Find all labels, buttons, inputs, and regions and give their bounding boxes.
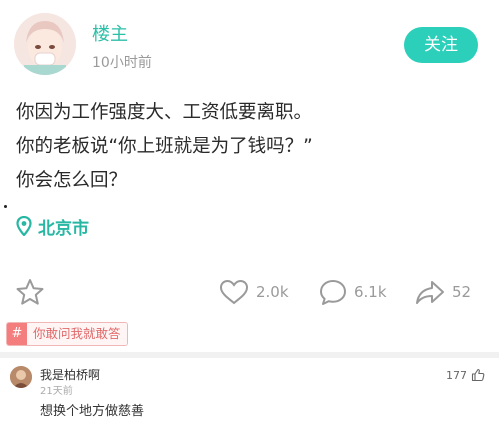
heart-icon [219,279,249,305]
topic-tag-label: 你敢问我就敢答 [27,323,127,345]
post-header: 楼主 10小时前 关注 [0,0,499,90]
follow-button[interactable]: 关注 [404,27,478,63]
location-pin-icon [16,216,32,236]
comment-like-count: 177 [446,368,467,382]
like-button[interactable]: 2.0k [218,270,289,314]
share-count: 52 [452,283,472,301]
post-text-line: 你因为工作强度大、工资低要离职。 [16,102,313,123]
hash-icon: # [7,323,27,345]
post-text-line: 你的老板说“你上班就是为了钱吗？” [16,136,313,157]
section-divider [0,352,499,358]
avatar-illustration [14,13,76,75]
topic-tag[interactable]: # 你敢问我就敢答 [6,322,128,346]
post-body: 你因为工作强度大、工资低要离职。 你的老板说“你上班就是为了钱吗？” 你会怎么回… [16,96,486,198]
comment-icon [320,280,346,305]
post-time: 10小时前 [92,55,152,71]
share-icon [416,281,444,304]
location-label: 北京市 [38,218,89,239]
author-name[interactable]: 楼主 [92,20,128,46]
share-button[interactable]: 52 [414,270,471,314]
comment-avatar[interactable] [10,366,32,388]
thumbs-up-icon [471,368,485,382]
comment-button[interactable]: 6.1k [318,270,387,314]
author-avatar[interactable] [14,13,76,75]
comment-text: 想换个地方做慈善 [40,404,145,419]
comment-like-button[interactable]: 177 [446,368,485,382]
location-tag[interactable]: 北京市 [16,214,89,239]
avatar [10,366,32,388]
star-icon [16,279,44,305]
stray-dot [4,205,7,208]
comment-time: 21天前 [40,386,73,397]
action-bar: 2.0k 6.1k 52 [0,270,499,314]
like-count: 2.0k [256,283,289,301]
favorite-button[interactable] [14,270,46,314]
comment-author[interactable]: 我是柏桥啊 [40,366,100,383]
post-text-line: 你会怎么回？ [16,170,128,191]
comment-count: 6.1k [354,283,387,301]
